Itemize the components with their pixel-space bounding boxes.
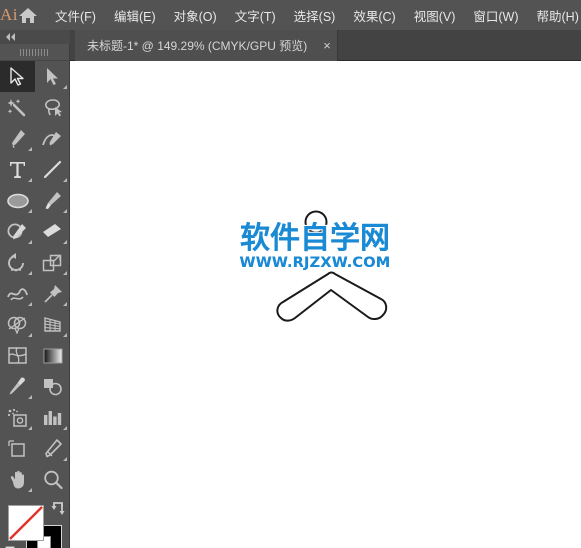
slice-knife-icon bbox=[44, 438, 62, 457]
document-tab[interactable]: 未标题-1* @ 149.29% (CMYK/GPU 预览) × bbox=[75, 30, 338, 61]
pen-nib-icon bbox=[12, 129, 25, 148]
paintbrush-tool[interactable] bbox=[35, 185, 70, 216]
symbol-sprayer-tool[interactable] bbox=[0, 402, 35, 433]
bar-chart-icon bbox=[44, 411, 62, 425]
arrow-cursor-icon bbox=[10, 67, 24, 86]
panel-drag-grip[interactable] bbox=[0, 44, 70, 61]
tools-panel bbox=[0, 30, 70, 548]
blend-tool[interactable] bbox=[35, 371, 70, 402]
home-button[interactable] bbox=[18, 0, 38, 30]
grip-dots-icon bbox=[20, 48, 50, 56]
fill-stroke-controls bbox=[0, 501, 70, 548]
curvature-tool[interactable] bbox=[35, 123, 70, 154]
artwork-layer[interactable] bbox=[70, 61, 581, 548]
gradient-tool[interactable] bbox=[35, 340, 70, 371]
direct-selection-tool[interactable] bbox=[35, 61, 70, 92]
line-segment-tool[interactable] bbox=[35, 154, 70, 185]
line-segment-icon bbox=[43, 160, 62, 179]
perspective-grid-tool[interactable] bbox=[35, 309, 70, 340]
menu-object[interactable]: 对象(O) bbox=[165, 2, 226, 29]
app-logo: Ai bbox=[0, 5, 18, 24]
paintbrush-icon bbox=[45, 191, 61, 209]
shape-builder-icon bbox=[7, 316, 27, 334]
none-slash-icon bbox=[9, 506, 43, 540]
tool-grid bbox=[0, 61, 69, 495]
free-transform-tool[interactable] bbox=[35, 278, 70, 309]
selection-tool[interactable] bbox=[0, 61, 35, 92]
menu-edit[interactable]: 编辑(E) bbox=[105, 2, 165, 29]
scale-tool[interactable] bbox=[35, 247, 70, 278]
head-circle-shape[interactable] bbox=[304, 210, 328, 234]
pushpin-icon bbox=[43, 284, 62, 303]
menu-type[interactable]: 文字(T) bbox=[226, 2, 285, 29]
width-warp-tool[interactable] bbox=[0, 278, 35, 309]
hand-icon bbox=[10, 470, 24, 488]
menu-effect[interactable]: 效果(C) bbox=[344, 2, 404, 29]
lasso-tool[interactable] bbox=[35, 92, 70, 123]
type-T-icon bbox=[10, 162, 25, 178]
menu-select[interactable]: 选择(S) bbox=[285, 2, 345, 29]
slice-tool[interactable] bbox=[35, 433, 70, 464]
mesh-tool[interactable] bbox=[0, 340, 35, 371]
blend-icon bbox=[44, 379, 62, 396]
ellipse-tool[interactable] bbox=[0, 185, 35, 216]
artboard-tool[interactable] bbox=[0, 433, 35, 464]
canvas-area[interactable]: 软件自学网 软件自学网 WWW.RJZXW.COM WWW.RJZXW.COM bbox=[70, 61, 581, 548]
curvature-icon bbox=[42, 131, 61, 145]
fill-swatch[interactable] bbox=[8, 505, 44, 541]
gradient-icon bbox=[43, 348, 62, 363]
shaper-pencil-tool[interactable] bbox=[0, 216, 35, 247]
menu-view[interactable]: 视图(V) bbox=[405, 2, 465, 29]
lasso-icon bbox=[44, 99, 62, 117]
eyedropper-tool[interactable] bbox=[0, 371, 35, 402]
symbol-sprayer-icon bbox=[7, 408, 27, 427]
eraser-icon bbox=[43, 223, 61, 237]
scale-icon bbox=[42, 254, 62, 271]
magic-wand-icon bbox=[8, 99, 26, 117]
rotate-icon bbox=[8, 252, 24, 271]
artboard-icon bbox=[8, 440, 25, 457]
menu-file[interactable]: 文件(F) bbox=[46, 2, 105, 29]
hand-tool[interactable] bbox=[0, 464, 35, 495]
magic-wand-tool[interactable] bbox=[0, 92, 35, 123]
home-icon bbox=[19, 7, 37, 23]
rotate-tool[interactable] bbox=[0, 247, 35, 278]
eraser-tool[interactable] bbox=[35, 216, 70, 247]
shape-builder-tool[interactable] bbox=[0, 309, 35, 340]
white-arrow-cursor-icon bbox=[47, 68, 58, 85]
warp-icon bbox=[6, 288, 28, 301]
menu-help[interactable]: 帮助(H) bbox=[528, 2, 581, 29]
type-tool[interactable] bbox=[0, 154, 35, 185]
menu-window[interactable]: 窗口(W) bbox=[464, 2, 527, 29]
column-graph-tool[interactable] bbox=[35, 402, 70, 433]
document-tab-bar: 未标题-1* @ 149.29% (CMYK/GPU 预览) × bbox=[70, 30, 581, 61]
collapse-panel-button[interactable] bbox=[0, 30, 70, 44]
pen-tool[interactable] bbox=[0, 123, 35, 154]
double-chevron-left-icon bbox=[6, 33, 15, 41]
illustrator-window: Ai 文件(F) 编辑(E) 对象(O) 文字(T) 选择(S) 效果(C) 视… bbox=[0, 0, 581, 548]
document-tab-label: 未标题-1* @ 149.29% (CMYK/GPU 预览) bbox=[87, 39, 308, 53]
shaper-pencil-icon bbox=[7, 223, 26, 239]
ellipse-icon bbox=[6, 193, 29, 208]
chevron-arms-shape[interactable] bbox=[276, 271, 388, 322]
perspective-grid-icon bbox=[44, 317, 61, 332]
menu-item-list: 文件(F) 编辑(E) 对象(O) 文字(T) 选择(S) 效果(C) 视图(V… bbox=[46, 2, 581, 29]
eyedropper-icon bbox=[9, 377, 25, 394]
zoom-tool[interactable] bbox=[35, 464, 70, 495]
menu-bar: Ai 文件(F) 编辑(E) 对象(O) 文字(T) 选择(S) 效果(C) 视… bbox=[0, 0, 581, 30]
mesh-icon bbox=[8, 347, 27, 364]
swap-fill-stroke-icon[interactable] bbox=[50, 501, 66, 517]
magnifier-icon bbox=[43, 470, 63, 489]
close-icon[interactable]: × bbox=[323, 39, 331, 52]
